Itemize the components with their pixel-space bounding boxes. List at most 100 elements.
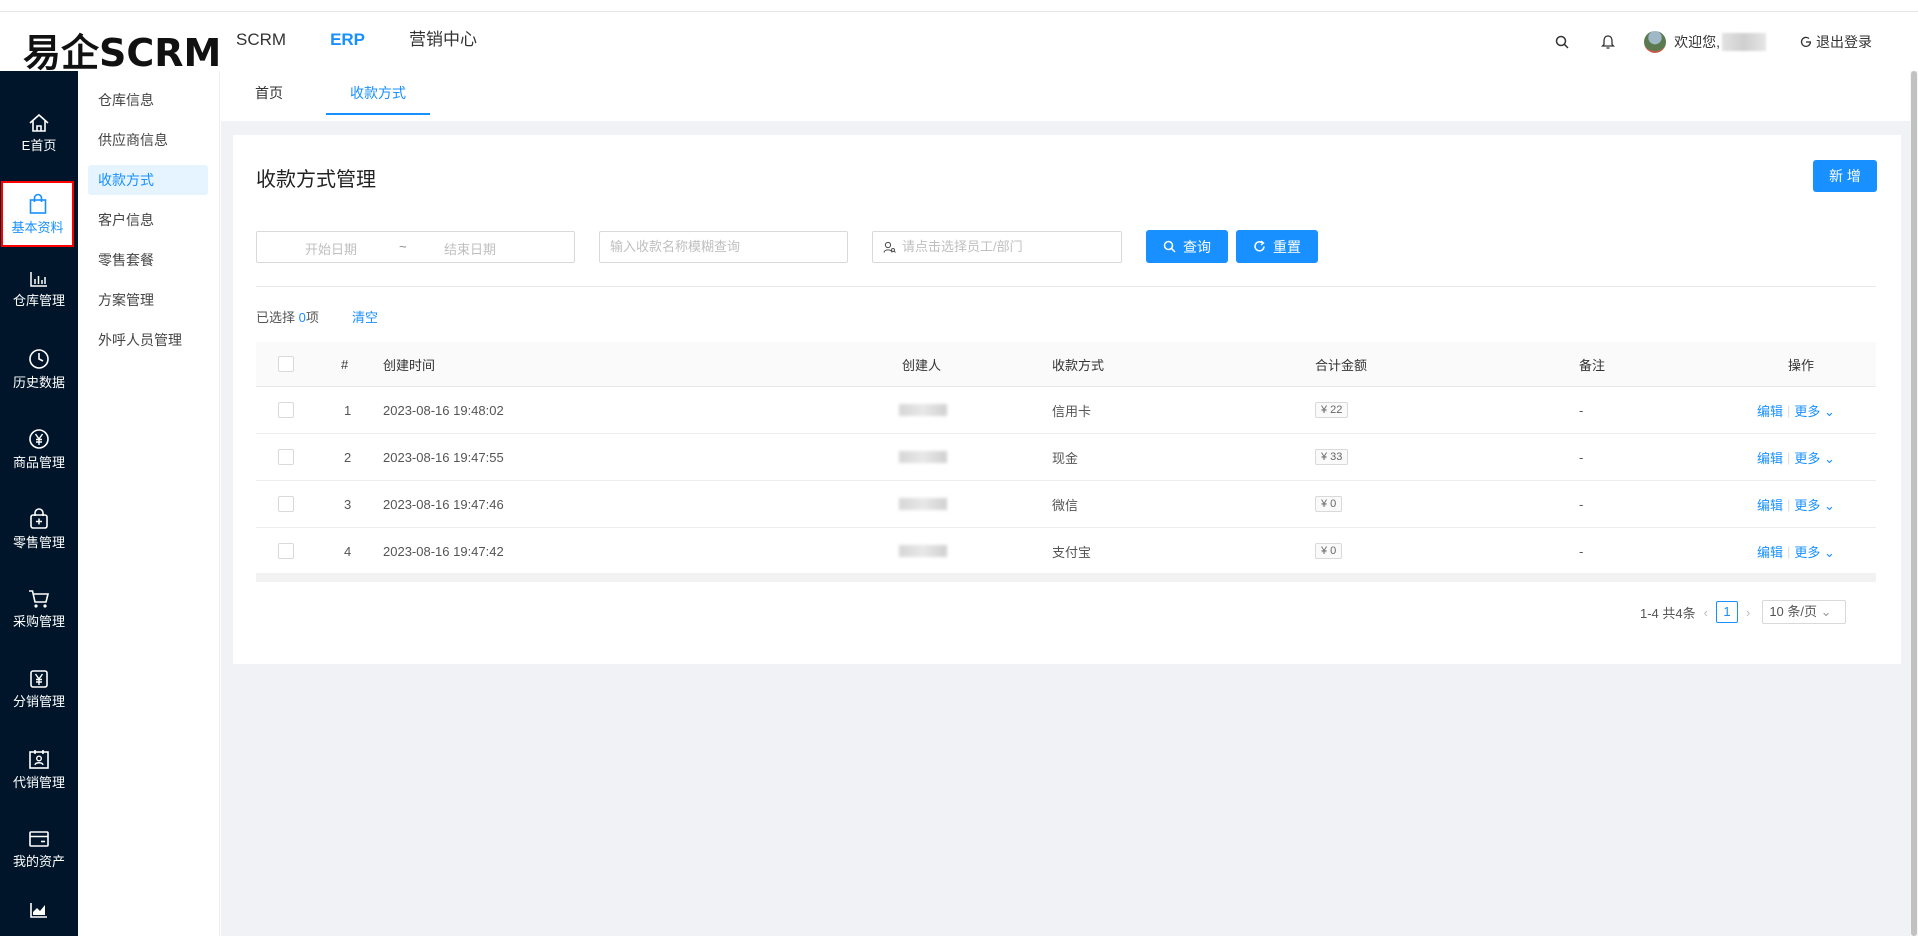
more-dropdown[interactable]: 更多 ⌄: [1794, 542, 1835, 561]
row-checkbox[interactable]: [278, 496, 294, 512]
table-header: # 创建时间 创建人 收款方式 合计金额 备注 操作: [256, 342, 1876, 387]
more-label: 更多: [1794, 450, 1821, 466]
row-amount: ¥ 22: [1315, 402, 1349, 418]
row-checkbox[interactable]: [278, 543, 294, 559]
add-button[interactable]: 新 增: [1813, 160, 1877, 192]
submenu-item-plan-management[interactable]: 方案管理: [88, 285, 208, 315]
selection-prefix: 已选择: [256, 310, 296, 325]
edit-link[interactable]: 编辑: [1757, 542, 1783, 561]
wallet-icon: [29, 830, 49, 847]
row-index: 4: [344, 543, 352, 559]
shopping-bag-icon: [29, 193, 46, 214]
logout-icon: [1800, 36, 1812, 47]
row-created-time: 2023-08-16 19:47:55: [383, 449, 504, 465]
home-icon: [29, 113, 49, 132]
search-icon: [1163, 240, 1176, 253]
sidebar-label-retail: 零售管理: [12, 534, 65, 550]
table-horizontal-scrollbar[interactable]: [256, 573, 1876, 582]
chevron-down-icon: ⌄: [1820, 604, 1832, 619]
page-scrollbar[interactable]: [1910, 71, 1918, 936]
sidebar-item-purchase[interactable]: 采购管理: [0, 573, 78, 645]
top-border: [0, 0, 1918, 12]
reload-icon: [1254, 240, 1265, 252]
submenu-item-customer-info[interactable]: 客户信息: [88, 205, 208, 235]
clear-selection-link[interactable]: 清空: [352, 307, 378, 326]
submenu-item-warehouse-info[interactable]: 仓库信息: [88, 85, 208, 115]
staff-select-input[interactable]: 请点击选择员工/部门: [872, 231, 1122, 263]
sidebar-item-consignment[interactable]: 代销管理: [0, 733, 78, 805]
top-nav-erp[interactable]: ERP: [316, 12, 395, 71]
search-button[interactable]: 查询: [1146, 230, 1228, 263]
sidebar-item-warehouse[interactable]: 仓库管理: [0, 253, 78, 325]
start-date-placeholder: 开始日期: [305, 242, 358, 257]
cart-icon: [29, 589, 50, 608]
sidebar-item-retail[interactable]: 零售管理: [0, 493, 78, 565]
prev-page-icon[interactable]: ‹: [1704, 605, 1708, 620]
sidebar-item-distribution[interactable]: 分销管理: [0, 653, 78, 725]
row-index: 2: [344, 449, 352, 465]
search-icon[interactable]: [1552, 32, 1572, 52]
selection-info: 已选择 0项: [256, 307, 319, 326]
sidebar-item-analytics[interactable]: [0, 893, 78, 936]
col-payment-method: 收款方式: [1052, 357, 1105, 373]
welcome-text: 欢迎您,: [1674, 33, 1720, 50]
scrollbar-thumb[interactable]: [1911, 71, 1917, 936]
next-page-icon[interactable]: ›: [1746, 605, 1750, 620]
page-size-select[interactable]: 10 条/页 ⌄: [1762, 600, 1847, 624]
tab-payment-method[interactable]: 收款方式: [326, 71, 430, 115]
more-label: 更多: [1794, 544, 1821, 560]
op-divider: |: [1787, 449, 1791, 465]
avatar[interactable]: [1644, 30, 1667, 53]
row-checkbox[interactable]: [278, 402, 294, 418]
sidebar-item-goods[interactable]: 商品管理: [0, 413, 78, 485]
bell-icon[interactable]: [1598, 32, 1618, 52]
tab-home[interactable]: 首页: [249, 71, 289, 115]
row-remark: -: [1579, 449, 1584, 465]
top-nav-marketing[interactable]: 营销中心: [395, 12, 507, 71]
staff-select-placeholder: 请点击选择员工/部门: [902, 239, 1023, 254]
payment-name-input[interactable]: 输入收款名称模糊查询: [599, 231, 848, 263]
user-search-icon: [883, 241, 896, 253]
top-nav-scrm[interactable]: SCRM: [222, 12, 316, 71]
sidebar-item-history[interactable]: 历史数据: [0, 333, 78, 405]
submenu-item-outbound-staff[interactable]: 外呼人员管理: [88, 325, 208, 355]
col-creator: 创建人: [902, 357, 942, 373]
row-payment-method: 支付宝: [1052, 544, 1092, 560]
chevron-down-icon: ⌄: [1824, 450, 1835, 466]
date-range-picker[interactable]: 开始日期 ~ 结束日期: [256, 231, 575, 263]
sidebar-label-assets: 我的资产: [12, 853, 65, 869]
sidebar-item-home[interactable]: E首页: [0, 97, 78, 169]
col-total-amount: 合计金额: [1315, 357, 1368, 373]
row-creator-blurred: [899, 545, 947, 557]
chevron-down-icon: ⌄: [1824, 544, 1835, 560]
calendar-user-icon: [29, 749, 49, 769]
row-checkbox[interactable]: [278, 449, 294, 465]
edit-link[interactable]: 编辑: [1757, 448, 1783, 467]
page-number[interactable]: 1: [1715, 601, 1738, 623]
row-amount: ¥ 0: [1315, 543, 1343, 559]
submenu-item-payment-method[interactable]: 收款方式: [88, 165, 208, 195]
date-separator: ~: [399, 239, 407, 254]
submenu-item-retail-package[interactable]: 零售套餐: [88, 245, 208, 275]
col-remark: 备注: [1579, 357, 1606, 373]
yen-box-icon: [30, 669, 48, 688]
row-created-time: 2023-08-16 19:48:02: [383, 402, 504, 418]
select-all-checkbox[interactable]: [278, 356, 294, 372]
edit-link[interactable]: 编辑: [1757, 495, 1783, 514]
submenu-item-supplier-info[interactable]: 供应商信息: [88, 125, 208, 155]
more-dropdown[interactable]: 更多 ⌄: [1794, 448, 1835, 467]
reset-button[interactable]: 重置: [1236, 230, 1318, 263]
sidebar-item-basic-data[interactable]: 基本资料: [1, 181, 74, 247]
page-tabs: 首页 收款方式: [221, 71, 1918, 121]
sidebar-label-consignment: 代销管理: [12, 774, 65, 790]
sidebar-label-distribution: 分销管理: [12, 693, 65, 709]
more-dropdown[interactable]: 更多 ⌄: [1794, 495, 1835, 514]
app-logo[interactable]: 易企SCRM: [23, 22, 221, 77]
sidebar-item-assets[interactable]: 我的资产: [0, 813, 78, 885]
row-creator-blurred: [899, 451, 947, 463]
more-dropdown[interactable]: 更多 ⌄: [1794, 401, 1835, 420]
row-index: 3: [344, 496, 352, 512]
logout-button[interactable]: 退出登录: [1800, 32, 1872, 52]
table-row: 2 2023-08-16 19:47:55 现金 ¥ 33 - 编辑 | 更多 …: [256, 434, 1876, 481]
edit-link[interactable]: 编辑: [1757, 401, 1783, 420]
